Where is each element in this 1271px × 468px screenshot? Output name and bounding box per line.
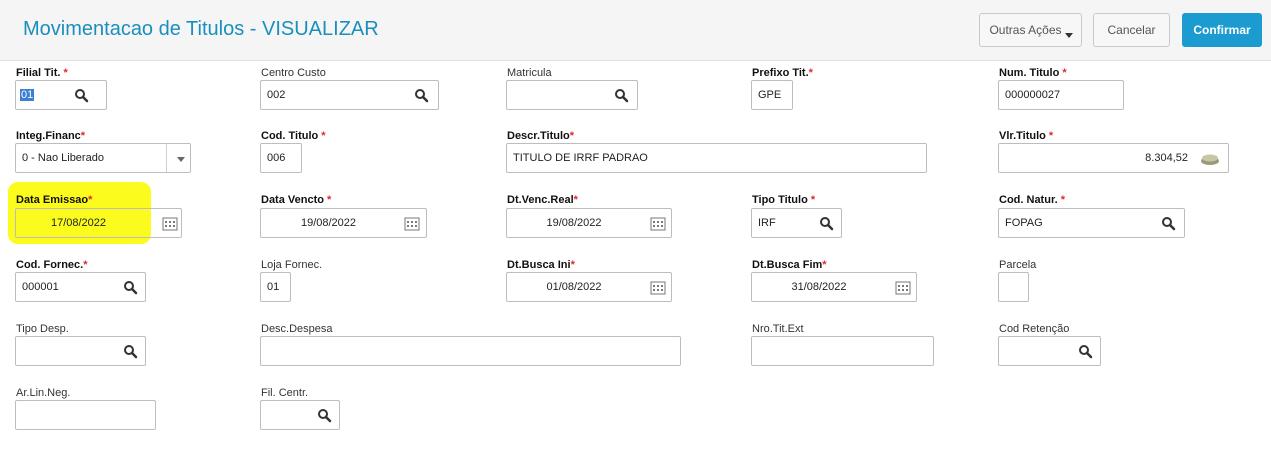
cod-retencao-field[interactable]	[998, 336, 1101, 366]
search-icon[interactable]	[122, 343, 140, 361]
calendar-icon[interactable]	[894, 279, 912, 297]
calendar-icon[interactable]	[649, 279, 667, 297]
loja-fornec-value: 01	[267, 281, 280, 293]
cod-natur-label: Cod. Natur. *	[999, 194, 1066, 206]
calendar-icon[interactable]	[649, 215, 667, 233]
dt-busca-fim-field[interactable]: 31/08/2022	[751, 272, 917, 302]
centro-custo-label: Centro Custo	[261, 67, 326, 79]
select-divider	[166, 144, 167, 172]
page-header: Movimentacao de Titulos - VISUALIZAR Out…	[0, 0, 1271, 61]
cod-natur-value: FOPAG	[1005, 217, 1043, 229]
chevron-down-icon[interactable]	[172, 150, 190, 168]
vlr-titulo-field[interactable]: 8.304,52	[998, 143, 1229, 173]
integ-financ-select[interactable]: 0 - Nao Liberado	[15, 143, 191, 173]
desc-despesa-label: Desc.Despesa	[261, 323, 333, 335]
cod-fornec-label: Cod. Fornec.*	[16, 259, 88, 271]
search-icon[interactable]	[1077, 343, 1095, 361]
cod-titulo-field[interactable]: 006	[260, 143, 302, 173]
data-emissao-field[interactable]: 17/08/2022	[15, 208, 182, 238]
data-vencto-field[interactable]: 19/08/2022	[260, 208, 427, 238]
parcela-label: Parcela	[999, 259, 1037, 271]
other-actions-button[interactable]: Outras Ações	[979, 13, 1082, 47]
search-icon[interactable]	[613, 87, 631, 105]
ar-lin-neg-field[interactable]	[15, 400, 156, 430]
vlr-titulo-label: Vlr.Titulo *	[999, 130, 1054, 142]
filial-field[interactable]: 01	[15, 80, 107, 110]
dt-busca-fim-value: 31/08/2022	[791, 281, 847, 293]
dt-venc-real-label: Dt.Venc.Real*	[507, 194, 578, 206]
prefixo-label: Prefixo Tit.*	[752, 67, 813, 79]
cod-retencao-label: Cod Retenção	[999, 323, 1070, 335]
calendar-icon[interactable]	[403, 215, 421, 233]
cod-natur-field[interactable]: FOPAG	[998, 208, 1185, 238]
dt-venc-real-value: 19/08/2022	[546, 217, 602, 229]
cancel-button[interactable]: Cancelar	[1093, 13, 1170, 47]
filial-value: 01	[20, 89, 35, 101]
loja-fornec-field[interactable]: 01	[260, 272, 291, 302]
tipo-desp-label: Tipo Desp.	[16, 323, 69, 335]
search-icon[interactable]	[413, 87, 431, 105]
data-vencto-value: 19/08/2022	[300, 217, 357, 229]
num-titulo-value: 000000027	[1005, 89, 1061, 101]
num-titulo-field[interactable]: 000000027	[998, 80, 1124, 110]
calendar-icon[interactable]	[161, 215, 179, 233]
filial-label: Filial Tit. *	[16, 67, 68, 79]
other-actions-label: Outras Ações	[989, 23, 1062, 37]
centro-custo-value: 002	[267, 89, 286, 101]
fil-centr-field[interactable]	[260, 400, 340, 430]
data-emissao-value: 17/08/2022	[50, 217, 107, 229]
nro-tit-ext-label: Nro.Tit.Ext	[752, 323, 804, 335]
dt-venc-real-field[interactable]: 19/08/2022	[506, 208, 672, 238]
search-icon[interactable]	[1160, 215, 1178, 233]
data-vencto-label: Data Vencto *	[261, 194, 332, 206]
descr-titulo-value: TITULO DE IRRF PADRAO	[513, 152, 648, 164]
cod-fornec-field[interactable]: 000001	[15, 272, 146, 302]
centro-custo-field[interactable]: 002	[260, 80, 439, 110]
cod-titulo-value: 006	[267, 152, 286, 164]
tipo-titulo-field[interactable]: IRF	[751, 208, 842, 238]
search-icon[interactable]	[73, 87, 91, 105]
dt-busca-ini-label: Dt.Busca Ini*	[507, 259, 575, 271]
tipo-desp-field[interactable]	[15, 336, 146, 366]
tipo-titulo-label: Tipo Titulo *	[752, 194, 816, 206]
chevron-down-icon	[1065, 33, 1073, 38]
dt-busca-ini-value: 01/08/2022	[546, 281, 602, 293]
desc-despesa-field[interactable]	[260, 336, 681, 366]
dt-busca-ini-field[interactable]: 01/08/2022	[506, 272, 672, 302]
confirm-button[interactable]: Confirmar	[1182, 13, 1262, 47]
integ-financ-label: Integ.Financ*	[16, 130, 86, 142]
integ-financ-value: 0 - Nao Liberado	[22, 152, 104, 164]
money-icon	[1201, 154, 1219, 165]
loja-fornec-label: Loja Fornec.	[261, 259, 323, 271]
descr-titulo-label: Descr.Titulo*	[507, 130, 575, 142]
prefixo-value: GPE	[758, 89, 782, 101]
vlr-titulo-value: 8.304,52	[1145, 152, 1188, 164]
tipo-titulo-value: IRF	[758, 217, 776, 229]
descr-titulo-field[interactable]: TITULO DE IRRF PADRAO	[506, 143, 927, 173]
dt-busca-fim-label: Dt.Busca Fim*	[752, 259, 827, 271]
matricula-label: Matricula	[507, 67, 552, 79]
parcela-field[interactable]	[998, 272, 1029, 302]
ar-lin-neg-label: Ar.Lin.Neg.	[16, 387, 71, 399]
nro-tit-ext-field[interactable]	[751, 336, 934, 366]
search-icon[interactable]	[122, 279, 140, 297]
data-emissao-label: Data Emissao*	[16, 194, 93, 206]
prefixo-field[interactable]: GPE	[751, 80, 793, 110]
search-icon[interactable]	[316, 407, 334, 425]
fil-centr-label: Fil. Centr.	[261, 387, 309, 399]
cod-fornec-value: 000001	[22, 281, 59, 293]
num-titulo-label: Num. Titulo *	[999, 67, 1067, 79]
search-icon[interactable]	[818, 215, 836, 233]
matricula-field[interactable]	[506, 80, 638, 110]
cod-titulo-label: Cod. Titulo *	[261, 130, 326, 142]
page-title: Movimentacao de Titulos - VISUALIZAR	[23, 18, 379, 40]
